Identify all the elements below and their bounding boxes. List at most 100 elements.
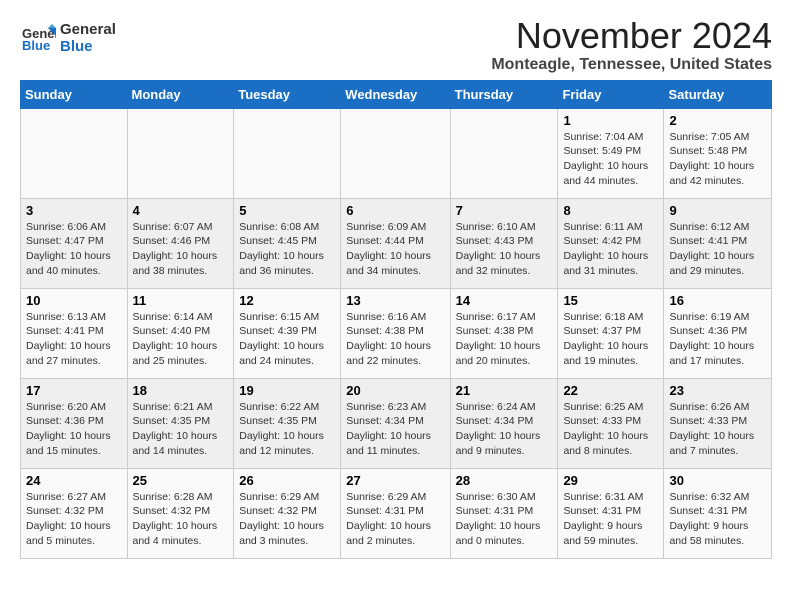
day-number: 30: [669, 473, 766, 488]
day-info: Sunrise: 6:22 AMSunset: 4:35 PMDaylight:…: [239, 400, 335, 459]
calendar-cell: [341, 108, 450, 198]
logo: General Blue General Blue: [20, 20, 116, 56]
calendar-week-row: 1Sunrise: 7:04 AMSunset: 5:49 PMDaylight…: [21, 108, 772, 198]
day-number: 16: [669, 293, 766, 308]
logo-general-text: General: [60, 21, 116, 38]
calendar-cell: 15 Sunrise: 6:18 AMSunset: 4:37 PMDayligh…: [558, 288, 664, 378]
calendar-cell: 7 Sunrise: 6:10 AMSunset: 4:43 PMDaylight…: [450, 198, 558, 288]
day-number: 20: [346, 383, 444, 398]
day-number: 19: [239, 383, 335, 398]
calendar-subtitle: Monteagle, Tennessee, United States: [491, 56, 772, 74]
day-number: 10: [26, 293, 122, 308]
calendar-cell: [127, 108, 234, 198]
day-number: 18: [133, 383, 229, 398]
day-info: Sunrise: 6:10 AMSunset: 4:43 PMDaylight:…: [456, 220, 553, 279]
calendar-cell: 29Sunrise: 6:31 AMSunset: 4:31 PMDayligh…: [558, 468, 664, 558]
weekday-header-thursday: Thursday: [450, 80, 558, 108]
day-info: Sunrise: 6:08 AMSunset: 4:45 PMDaylight:…: [239, 220, 335, 279]
day-info: Sunrise: 6:12 AMSunset: 4:41 PMDaylight:…: [669, 220, 766, 279]
day-info: Sunrise: 6:20 AMSunset: 4:36 PMDaylight:…: [26, 400, 122, 459]
weekday-header-friday: Friday: [558, 80, 664, 108]
day-number: 13: [346, 293, 444, 308]
day-number: 22: [563, 383, 658, 398]
day-number: 15: [563, 293, 658, 308]
calendar-week-row: 3 Sunrise: 6:06 AMSunset: 4:47 PMDaylight…: [21, 198, 772, 288]
calendar-cell: 23 Sunrise: 6:26 AMSunset: 4:33 PMDayligh…: [664, 378, 772, 468]
day-number: 5: [239, 203, 335, 218]
calendar-cell: 11 Sunrise: 6:14 AMSunset: 4:40 PMDayligh…: [127, 288, 234, 378]
day-number: 6: [346, 203, 444, 218]
weekday-header-monday: Monday: [127, 80, 234, 108]
day-info: Sunrise: 6:09 AMSunset: 4:44 PMDaylight:…: [346, 220, 444, 279]
day-info: Sunrise: 6:11 AMSunset: 4:42 PMDaylight:…: [563, 220, 658, 279]
day-info: Sunrise: 6:14 AMSunset: 4:40 PMDaylight:…: [133, 310, 229, 369]
day-info: Sunrise: 6:15 AMSunset: 4:39 PMDaylight:…: [239, 310, 335, 369]
calendar-cell: 16 Sunrise: 6:19 AMSunset: 4:36 PMDayligh…: [664, 288, 772, 378]
weekday-header-row: SundayMondayTuesdayWednesdayThursdayFrid…: [21, 80, 772, 108]
day-number: 7: [456, 203, 553, 218]
calendar-week-row: 10 Sunrise: 6:13 AMSunset: 4:41 PMDayligh…: [21, 288, 772, 378]
day-number: 25: [133, 473, 229, 488]
day-number: 28: [456, 473, 553, 488]
logo-icon: General Blue: [20, 20, 56, 56]
day-info: Sunrise: 6:13 AMSunset: 4:41 PMDaylight:…: [26, 310, 122, 369]
calendar-cell: 17 Sunrise: 6:20 AMSunset: 4:36 PMDayligh…: [21, 378, 128, 468]
title-area: November 2024 Monteagle, Tennessee, Unit…: [491, 16, 772, 74]
day-number: 2: [669, 113, 766, 128]
day-info: Sunrise: 6:24 AMSunset: 4:34 PMDaylight:…: [456, 400, 553, 459]
calendar-cell: 24 Sunrise: 6:27 AMSunset: 4:32 PMDayligh…: [21, 468, 128, 558]
day-info: Sunrise: 6:26 AMSunset: 4:33 PMDaylight:…: [669, 400, 766, 459]
day-number: 23: [669, 383, 766, 398]
day-number: 26: [239, 473, 335, 488]
day-number: 29: [563, 473, 658, 488]
day-info: Sunrise: 6:17 AMSunset: 4:38 PMDaylight:…: [456, 310, 553, 369]
day-info: Sunrise: 6:29 AMSunset: 4:31 PMDaylight:…: [346, 490, 444, 549]
calendar-cell: 25 Sunrise: 6:28 AMSunset: 4:32 PMDayligh…: [127, 468, 234, 558]
weekday-header-wednesday: Wednesday: [341, 80, 450, 108]
day-info: Sunrise: 7:05 AMSunset: 5:48 PMDaylight:…: [669, 130, 766, 189]
calendar-cell: 27 Sunrise: 6:29 AMSunset: 4:31 PMDayligh…: [341, 468, 450, 558]
day-info: Sunrise: 6:25 AMSunset: 4:33 PMDaylight:…: [563, 400, 658, 459]
calendar-cell: 13Sunrise: 6:16 AMSunset: 4:38 PMDayligh…: [341, 288, 450, 378]
calendar-cell: 12 Sunrise: 6:15 AMSunset: 4:39 PMDayligh…: [234, 288, 341, 378]
day-info: Sunrise: 6:28 AMSunset: 4:32 PMDaylight:…: [133, 490, 229, 549]
day-info: Sunrise: 6:21 AMSunset: 4:35 PMDaylight:…: [133, 400, 229, 459]
calendar-week-row: 24 Sunrise: 6:27 AMSunset: 4:32 PMDayligh…: [21, 468, 772, 558]
day-info: Sunrise: 6:27 AMSunset: 4:32 PMDaylight:…: [26, 490, 122, 549]
calendar-cell: 1Sunrise: 7:04 AMSunset: 5:49 PMDaylight…: [558, 108, 664, 198]
day-info: Sunrise: 6:19 AMSunset: 4:36 PMDaylight:…: [669, 310, 766, 369]
calendar-cell: 9 Sunrise: 6:12 AMSunset: 4:41 PMDaylight…: [664, 198, 772, 288]
day-info: Sunrise: 6:18 AMSunset: 4:37 PMDaylight:…: [563, 310, 658, 369]
day-info: Sunrise: 7:04 AMSunset: 5:49 PMDaylight:…: [563, 130, 658, 189]
calendar-cell: 14 Sunrise: 6:17 AMSunset: 4:38 PMDayligh…: [450, 288, 558, 378]
day-number: 8: [563, 203, 658, 218]
day-number: 27: [346, 473, 444, 488]
calendar-cell: 2 Sunrise: 7:05 AMSunset: 5:48 PMDaylight…: [664, 108, 772, 198]
day-number: 11: [133, 293, 229, 308]
day-number: 12: [239, 293, 335, 308]
day-info: Sunrise: 6:06 AMSunset: 4:47 PMDaylight:…: [26, 220, 122, 279]
day-number: 21: [456, 383, 553, 398]
calendar-cell: 21 Sunrise: 6:24 AMSunset: 4:34 PMDayligh…: [450, 378, 558, 468]
calendar-cell: 28 Sunrise: 6:30 AMSunset: 4:31 PMDayligh…: [450, 468, 558, 558]
calendar-cell: 3 Sunrise: 6:06 AMSunset: 4:47 PMDaylight…: [21, 198, 128, 288]
day-info: Sunrise: 6:29 AMSunset: 4:32 PMDaylight:…: [239, 490, 335, 549]
day-number: 14: [456, 293, 553, 308]
day-info: Sunrise: 6:32 AMSunset: 4:31 PMDaylight:…: [669, 490, 766, 549]
day-info: Sunrise: 6:30 AMSunset: 4:31 PMDaylight:…: [456, 490, 553, 549]
day-number: 24: [26, 473, 122, 488]
calendar-cell: 26 Sunrise: 6:29 AMSunset: 4:32 PMDayligh…: [234, 468, 341, 558]
day-number: 9: [669, 203, 766, 218]
weekday-header-sunday: Sunday: [21, 80, 128, 108]
calendar-cell: 30 Sunrise: 6:32 AMSunset: 4:31 PMDayligh…: [664, 468, 772, 558]
weekday-header-saturday: Saturday: [664, 80, 772, 108]
calendar-cell: [450, 108, 558, 198]
calendar-cell: 19 Sunrise: 6:22 AMSunset: 4:35 PMDayligh…: [234, 378, 341, 468]
day-number: 17: [26, 383, 122, 398]
calendar-cell: 22 Sunrise: 6:25 AMSunset: 4:33 PMDayligh…: [558, 378, 664, 468]
calendar-cell: 20Sunrise: 6:23 AMSunset: 4:34 PMDayligh…: [341, 378, 450, 468]
calendar-cell: 5 Sunrise: 6:08 AMSunset: 4:45 PMDaylight…: [234, 198, 341, 288]
calendar-table: SundayMondayTuesdayWednesdayThursdayFrid…: [20, 80, 772, 559]
day-number: 3: [26, 203, 122, 218]
calendar-cell: 18 Sunrise: 6:21 AMSunset: 4:35 PMDayligh…: [127, 378, 234, 468]
